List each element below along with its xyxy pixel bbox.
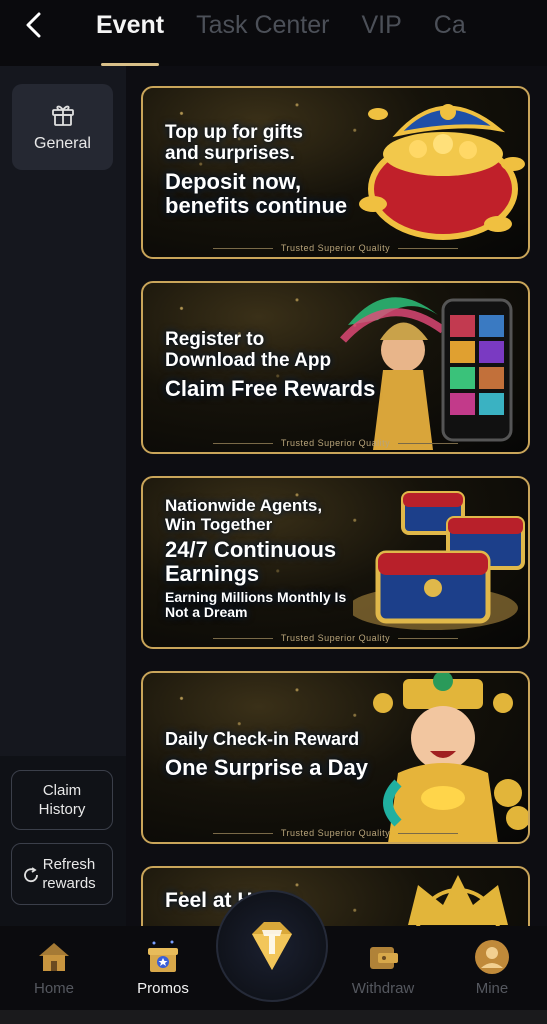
- refresh-icon: [24, 867, 38, 883]
- sidebar-item-general[interactable]: General: [12, 84, 113, 170]
- nav-label: Home: [33, 980, 74, 997]
- event-list: Top up for gifts and surprises. Deposit …: [126, 66, 547, 926]
- promo-gift-icon: [148, 940, 178, 972]
- banner-line1: Register to: [165, 329, 265, 350]
- event-banner-checkin[interactable]: Daily Check-in Reward One Surprise a Day…: [141, 671, 530, 844]
- banner-line1: Top up for gifts: [165, 122, 303, 143]
- claim-history-label: Claim History: [38, 782, 86, 818]
- sidebar-item-label: General: [34, 135, 91, 152]
- treasure-chests-image: [353, 491, 525, 630]
- banner-line1b: Win Together: [165, 515, 273, 534]
- nav-promos[interactable]: Promos: [118, 938, 208, 997]
- banner-line1: Daily Check-in Reward: [165, 729, 360, 749]
- crown-image: [408, 875, 508, 926]
- top-header: Event Task Center VIP Ca: [0, 0, 547, 66]
- banner-footer: Trusted Superior Quality: [143, 243, 528, 253]
- nav-label: Promos: [137, 980, 189, 997]
- banner-line3: Earning Millions Monthly Is: [165, 589, 347, 605]
- gift-icon: [51, 105, 74, 126]
- chevron-left-icon: [26, 12, 41, 38]
- wallet-icon: [370, 947, 398, 969]
- event-banner-partial[interactable]: Feel at Home: [141, 866, 530, 926]
- claim-history-button[interactable]: Claim History: [11, 770, 113, 830]
- banner-footer: Trusted Superior Quality: [143, 828, 528, 838]
- banner-line3b: Not a Dream: [165, 604, 248, 620]
- banner-footer: Trusted Superior Quality: [143, 438, 528, 448]
- banner-line1b: Download the App: [165, 350, 332, 371]
- system-nav-bar: [0, 1010, 547, 1024]
- banner-line1: Nationwide Agents,: [165, 496, 323, 515]
- refresh-rewards-label: Refresh rewards: [42, 856, 96, 892]
- tab-vip[interactable]: VIP: [345, 0, 417, 66]
- banner-line2: Deposit now,: [165, 169, 302, 194]
- tab-ca[interactable]: Ca: [418, 0, 482, 66]
- banner-line1b: and surprises.: [165, 143, 295, 164]
- banner-line2: One Surprise a Day: [165, 755, 368, 780]
- event-banner-download[interactable]: Register to Download the App Claim Free …: [141, 281, 530, 454]
- nav-home[interactable]: Home: [9, 938, 99, 997]
- back-button[interactable]: [18, 10, 48, 40]
- user-icon: [475, 940, 509, 974]
- tab-event[interactable]: Event: [80, 0, 180, 66]
- nav-label: Withdraw: [351, 980, 415, 997]
- banner-footer: Trusted Superior Quality: [143, 633, 528, 643]
- fortune-god-image: [373, 673, 528, 842]
- banner-line2b: benefits continue: [165, 193, 348, 218]
- nav-mine[interactable]: Mine: [447, 938, 537, 997]
- center-logo-button[interactable]: [216, 890, 328, 1002]
- banner-line2: 24/7 Continuous: [165, 537, 337, 562]
- treasure-pot-image: [359, 104, 525, 240]
- diamond-logo-icon: [252, 922, 292, 970]
- refresh-rewards-button[interactable]: Refresh rewards: [11, 843, 113, 905]
- banner-line2b: Earnings: [165, 561, 260, 586]
- nav-withdraw[interactable]: Withdraw: [338, 938, 428, 997]
- home-icon: [39, 943, 69, 971]
- event-banner-agents[interactable]: Nationwide Agents, Win Together 24/7 Con…: [141, 476, 530, 649]
- event-banner-deposit[interactable]: Top up for gifts and surprises. Deposit …: [141, 86, 530, 259]
- tab-task-center[interactable]: Task Center: [180, 0, 345, 66]
- banner-line2: Claim Free Rewards: [165, 376, 376, 401]
- tab-bar: Event Task Center VIP Ca: [80, 0, 482, 66]
- nav-label: Mine: [475, 980, 509, 997]
